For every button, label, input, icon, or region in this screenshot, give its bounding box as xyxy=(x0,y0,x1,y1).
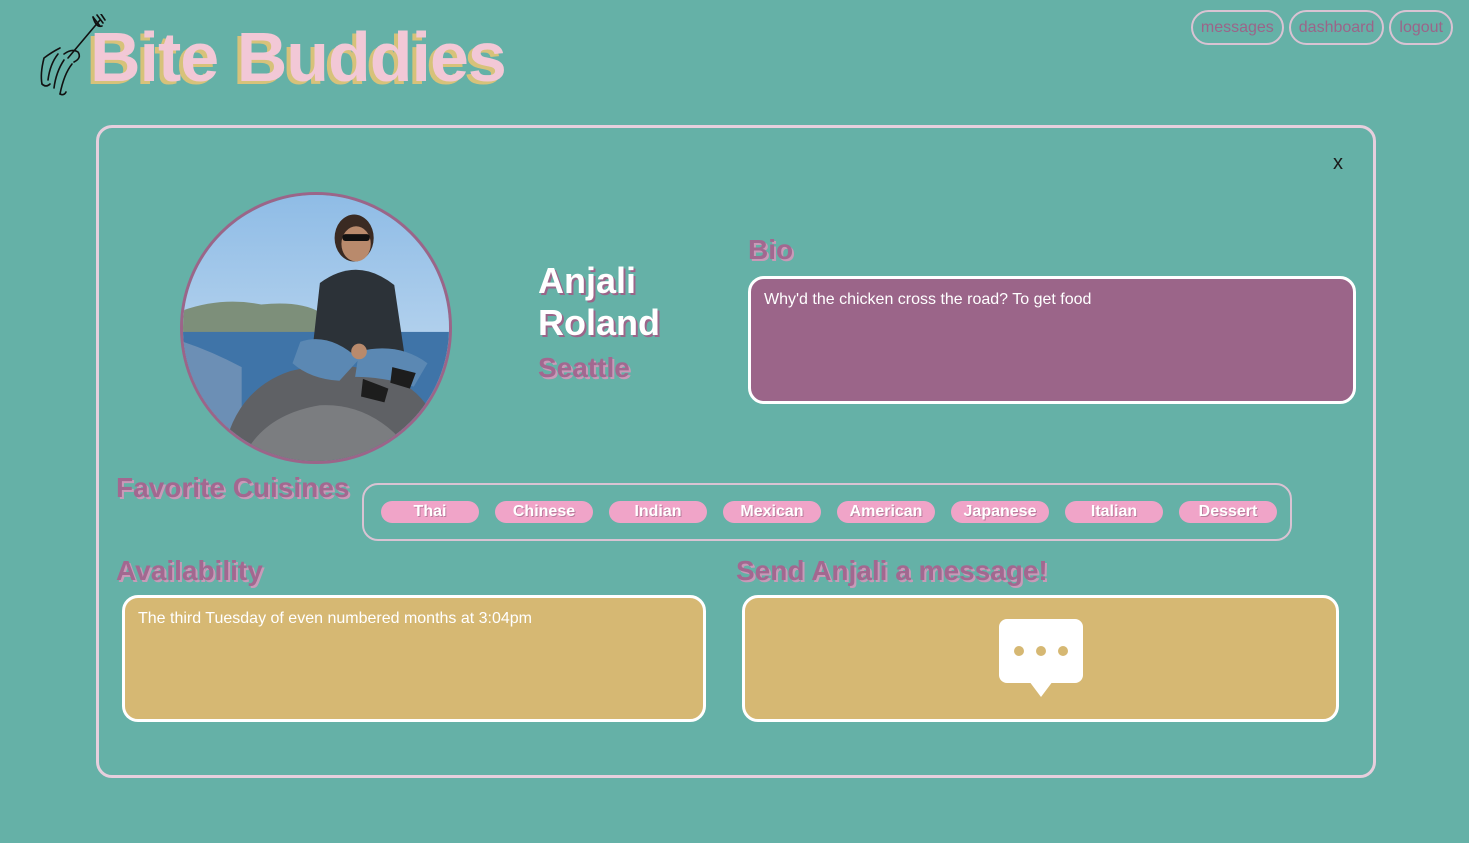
message-heading: Send Anjali a message! xyxy=(736,555,1048,586)
cuisine-tag: Dessert xyxy=(1179,501,1277,523)
profile-avatar xyxy=(180,192,452,464)
cuisines-heading: Favorite Cuisines xyxy=(116,472,350,503)
cuisine-tag: Thai xyxy=(381,501,479,523)
top-nav: messages dashboard logout xyxy=(1190,10,1453,45)
cuisine-tag: American xyxy=(837,501,935,523)
cuisine-tag: Mexican xyxy=(723,501,821,523)
profile-name: Anjali Roland xyxy=(538,260,660,343)
cuisine-tag: Japanese xyxy=(951,501,1049,523)
bio-text: Why'd the chicken cross the road? To get… xyxy=(748,276,1356,404)
profile-card: x Anjali Roland Seattle Bio Why'd the ch… xyxy=(96,125,1376,778)
cuisine-tag: Chinese xyxy=(495,501,593,523)
logout-button[interactable]: logout xyxy=(1389,10,1453,45)
availability-text: The third Tuesday of even numbered month… xyxy=(122,595,706,722)
logo-title: Bite Buddies xyxy=(90,18,507,96)
bio-heading: Bio xyxy=(748,234,794,265)
profile-photo xyxy=(183,195,449,461)
cuisine-list: Thai Chinese Indian Mexican American Jap… xyxy=(362,483,1292,541)
chat-bubble-icon xyxy=(999,619,1083,697)
cuisine-tag: Indian xyxy=(609,501,707,523)
messages-button[interactable]: messages xyxy=(1190,10,1284,45)
profile-city: Seattle xyxy=(538,352,630,383)
send-message-button[interactable] xyxy=(742,595,1339,722)
close-button[interactable]: x xyxy=(1333,152,1343,175)
dashboard-button[interactable]: dashboard xyxy=(1288,10,1385,45)
availability-heading: Availability xyxy=(116,555,263,586)
app-logo: Bite Buddies xyxy=(38,14,518,100)
cuisine-tag: Italian xyxy=(1065,501,1163,523)
